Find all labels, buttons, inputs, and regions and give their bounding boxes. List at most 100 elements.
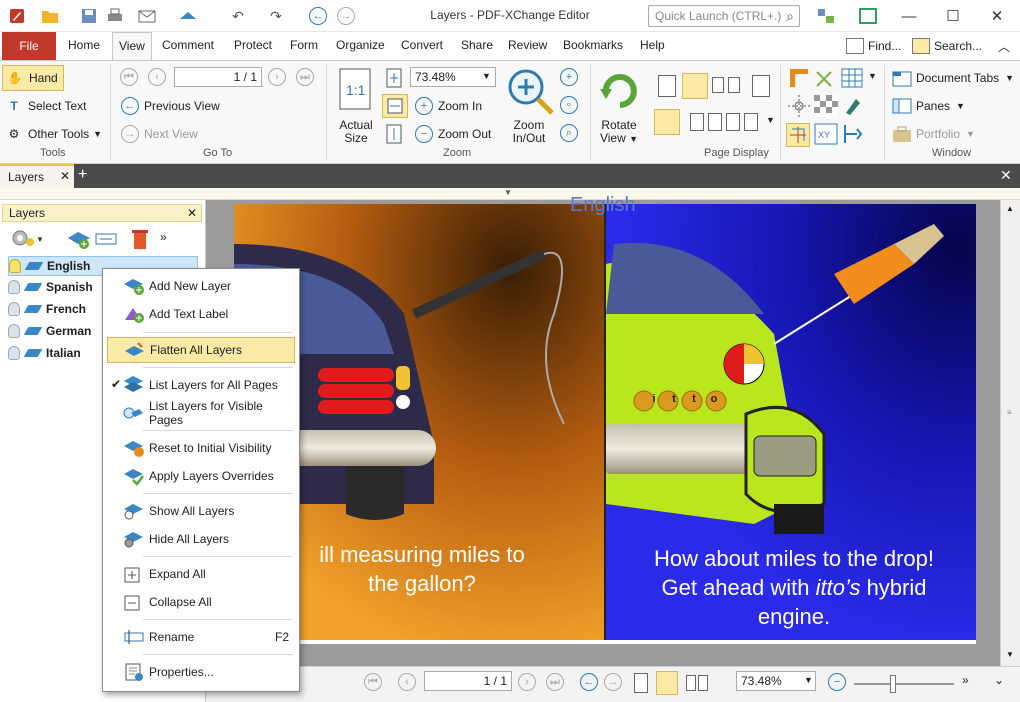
document-tabs-button[interactable]: Document Tabs ▼ bbox=[892, 68, 1014, 88]
tab-view[interactable]: View bbox=[112, 32, 152, 61]
maximize-button[interactable]: ☐ bbox=[936, 4, 970, 28]
visibility-bulb-icon[interactable] bbox=[8, 280, 20, 294]
close-document-icon[interactable]: ✕ bbox=[1000, 167, 1012, 184]
first-page-icon[interactable]: ⏮ bbox=[364, 673, 382, 691]
actual-size-button[interactable]: 1:1 bbox=[338, 67, 374, 111]
prev-page-icon[interactable]: ‹ bbox=[398, 673, 416, 691]
tab-file[interactable]: File bbox=[2, 32, 56, 60]
next-page-button[interactable]: › bbox=[268, 68, 286, 86]
previous-view-icon[interactable]: ← bbox=[580, 673, 598, 691]
scan-icon[interactable] bbox=[170, 6, 206, 26]
page-c-icon[interactable] bbox=[726, 113, 740, 131]
document-view[interactable]: English i t t o ill measuring miles to t… bbox=[206, 194, 1000, 666]
layer-item-spanish[interactable]: Spanish bbox=[8, 277, 93, 297]
menu-item-add-text-label[interactable]: Add Text Label bbox=[107, 301, 295, 327]
visibility-bulb-icon[interactable] bbox=[8, 302, 20, 316]
line-weights-icon[interactable] bbox=[842, 95, 864, 117]
zoom-rect-icon[interactable]: ▫ bbox=[560, 96, 578, 114]
layer-item-italian[interactable]: Italian bbox=[8, 343, 81, 363]
status-page-input[interactable]: 1 / 1 bbox=[424, 671, 512, 691]
menu-item-list-layers-all-pages[interactable]: ✔ List Layers for All Pages bbox=[107, 372, 295, 398]
open-icon[interactable] bbox=[36, 6, 64, 26]
search-icon[interactable]: ⌕ bbox=[780, 6, 800, 26]
status-zoom-out-icon[interactable]: − bbox=[828, 673, 846, 691]
status-expand-icon[interactable]: ⌄ bbox=[994, 673, 1004, 687]
visibility-bulb-icon[interactable] bbox=[8, 324, 20, 338]
forward-icon[interactable]: → bbox=[334, 6, 358, 26]
facing-status-icon[interactable] bbox=[686, 675, 696, 691]
rotate-view-button[interactable] bbox=[596, 67, 642, 111]
add-label-icon[interactable] bbox=[94, 228, 118, 253]
last-page-button[interactable]: ⏭ bbox=[296, 68, 314, 86]
loupe-icon[interactable]: ⌕ bbox=[560, 124, 578, 142]
tab-review[interactable]: Review bbox=[508, 38, 547, 52]
facing-icon[interactable] bbox=[712, 77, 724, 93]
visibility-bulb-icon[interactable] bbox=[8, 346, 20, 360]
zoom-in-button[interactable]: + Zoom In bbox=[414, 96, 482, 116]
zoom-slider-track[interactable] bbox=[854, 683, 954, 685]
zoom-slider-thumb[interactable] bbox=[890, 675, 896, 693]
menu-item-rename[interactable]: Rename F2 bbox=[107, 624, 295, 650]
tab-home[interactable]: Home bbox=[68, 38, 100, 52]
facing2-status-icon[interactable] bbox=[698, 675, 708, 691]
fit-page-icon[interactable] bbox=[384, 68, 404, 88]
menu-item-add-new-layer[interactable]: Add New Layer bbox=[107, 273, 295, 299]
tab-share[interactable]: Share bbox=[461, 38, 493, 52]
zoom-dropdown-arrow-icon[interactable]: ▼ bbox=[482, 71, 491, 81]
last-page-icon[interactable]: ⏭ bbox=[546, 673, 564, 691]
split-view-icon[interactable] bbox=[654, 109, 680, 135]
crosshair-button[interactable] bbox=[786, 123, 810, 147]
page-b-icon[interactable] bbox=[708, 113, 722, 131]
scroll-up-icon[interactable]: ▲ bbox=[1006, 204, 1014, 213]
other-tools-button[interactable]: ⚙ Other Tools ▼ bbox=[4, 124, 102, 144]
hand-tool-button[interactable]: ✋ Hand bbox=[2, 65, 64, 91]
transparency-grid-icon[interactable] bbox=[814, 95, 838, 117]
more-icon[interactable]: » bbox=[160, 230, 167, 244]
tab-convert[interactable]: Convert bbox=[401, 38, 443, 52]
continuous-status-icon[interactable] bbox=[656, 671, 678, 695]
fit-visible-icon[interactable] bbox=[384, 124, 404, 144]
tab-form[interactable]: Form bbox=[290, 38, 318, 52]
collapse-arrow-icon[interactable]: ▼ bbox=[504, 188, 512, 197]
tab-protect[interactable]: Protect bbox=[234, 38, 272, 52]
close-tab-icon[interactable]: ✕ bbox=[60, 169, 70, 183]
quick-launch-input[interactable]: Quick Launch (CTRL+.) bbox=[648, 5, 800, 27]
previous-view-button[interactable]: ← Previous View bbox=[120, 96, 220, 116]
tab-organize[interactable]: Organize bbox=[336, 38, 385, 52]
guides-icon[interactable] bbox=[788, 95, 810, 117]
single-page-scroll-icon[interactable] bbox=[682, 73, 708, 99]
next-page-icon[interactable]: › bbox=[518, 673, 536, 691]
delete-icon[interactable] bbox=[130, 228, 150, 253]
search-button[interactable]: Search... bbox=[912, 38, 982, 54]
fullscreen-icon[interactable] bbox=[856, 6, 880, 26]
customize-icon[interactable] bbox=[808, 6, 844, 26]
close-panel-icon[interactable]: ✕ bbox=[187, 206, 197, 220]
coordinates-icon[interactable]: XY bbox=[814, 123, 838, 145]
menu-item-flatten-all-layers[interactable]: Flatten All Layers bbox=[107, 337, 295, 363]
single-page-icon[interactable] bbox=[658, 75, 676, 97]
grid-icon[interactable] bbox=[840, 67, 864, 89]
scroll-down-icon[interactable]: ▼ bbox=[1006, 650, 1014, 659]
single-page-status-icon[interactable] bbox=[634, 673, 648, 693]
zoom-in-out-button[interactable] bbox=[506, 67, 556, 117]
email-icon[interactable] bbox=[132, 6, 162, 26]
facing-continuous-icon[interactable] bbox=[728, 77, 740, 93]
first-page-button[interactable]: ⏮ bbox=[120, 68, 138, 86]
layer-item-german[interactable]: German bbox=[8, 321, 91, 341]
measure-icon[interactable] bbox=[842, 123, 864, 145]
panes-button[interactable]: Panes ▼ bbox=[892, 96, 965, 116]
next-view-icon[interactable]: → bbox=[604, 673, 622, 691]
fit-width-button[interactable] bbox=[382, 94, 408, 118]
menu-item-reset-visibility[interactable]: Reset to Initial Visibility bbox=[107, 435, 295, 461]
menu-item-expand-all[interactable]: Expand All bbox=[107, 561, 295, 587]
menu-item-show-all-layers[interactable]: Show All Layers bbox=[107, 498, 295, 524]
collapse-ribbon-icon[interactable]: ︿ bbox=[998, 38, 1010, 55]
rulers-icon[interactable] bbox=[788, 67, 810, 89]
vertical-scrollbar[interactable]: ▲ ≡ ▼ bbox=[1000, 200, 1020, 666]
page-a-icon[interactable] bbox=[690, 113, 704, 131]
layer-item-french[interactable]: French bbox=[8, 299, 86, 319]
scroll-thumb[interactable]: ≡ bbox=[1007, 408, 1012, 417]
add-layer-icon[interactable] bbox=[66, 228, 92, 253]
page-number-input[interactable]: 1 / 1 bbox=[174, 67, 262, 87]
status-more-icon[interactable]: » bbox=[962, 673, 969, 687]
